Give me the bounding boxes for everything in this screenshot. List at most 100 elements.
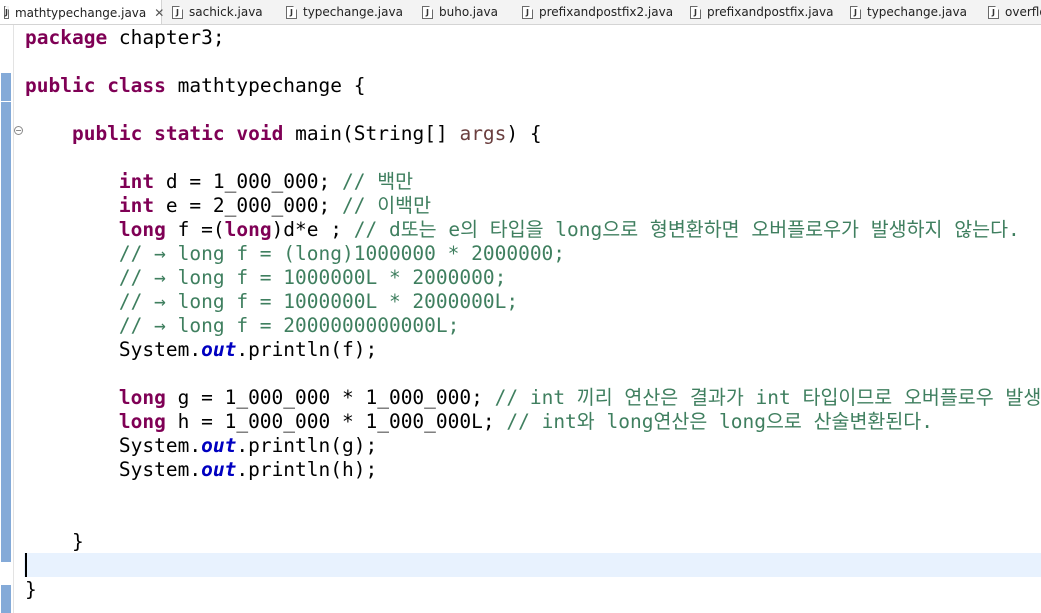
code-line[interactable]: long f =(long)d*e ; // d또는 e의 타입을 long으로…	[25, 218, 1041, 242]
code-line[interactable]: // → long f = 1000000L * 2000000;	[25, 266, 1041, 290]
code-token: out	[201, 458, 237, 481]
code-token: f =(	[165, 218, 225, 241]
code-token: System.	[25, 434, 202, 457]
code-line[interactable]: }	[25, 530, 1041, 554]
code-token: out	[201, 338, 237, 361]
code-token: System.	[25, 458, 202, 481]
code-token: e = 2_000_000;	[154, 194, 342, 217]
code-keyword: long	[224, 218, 272, 241]
code-line[interactable]: ​	[25, 482, 1041, 506]
code-token: .println(h);	[236, 458, 378, 481]
code-keyword: class	[107, 74, 166, 97]
code-comment: // → long f = 1000000L * 2000000L;	[118, 290, 519, 313]
code-line[interactable]: int e = 2_000_000; // 이백만	[25, 194, 1041, 218]
code-editor[interactable]: package chapter3;​public class mathtypec…	[25, 26, 1041, 602]
code-keyword: long	[118, 218, 166, 241]
tab-prefixandpostfix[interactable]: J prefixandpostfix.java	[686, 0, 833, 24]
code-token: main(String[]	[283, 122, 460, 145]
java-file-icon: J	[286, 5, 297, 19]
code-line[interactable]: public class mathtypechange {	[25, 74, 1041, 98]
code-line[interactable]: System.out.println(f);	[25, 338, 1041, 362]
change-marker	[1, 73, 11, 101]
code-token: h = 1_000_000 * 1_000_000L;	[165, 410, 507, 433]
tab-typechange[interactable]: J typechange.java	[282, 0, 403, 24]
java-file-icon: J	[690, 5, 701, 19]
code-comment: // → long f = 1000000L * 2000000;	[118, 266, 507, 289]
fold-toggle-icon[interactable]: −	[14, 126, 23, 135]
code-token: .println(f);	[236, 338, 378, 361]
code-line[interactable]: ​	[25, 98, 1041, 122]
tab-overflow[interactable]: J overflow	[984, 0, 1041, 24]
code-token: g = 1_000_000 * 1_000_000;	[165, 386, 495, 409]
code-comment: // 백만	[342, 170, 414, 193]
close-icon[interactable]: ✕	[154, 6, 164, 20]
tab-label: typechange.java	[867, 5, 967, 19]
code-line[interactable]: ​	[25, 146, 1041, 170]
code-token: args	[459, 122, 507, 145]
code-keyword: void	[236, 122, 284, 145]
code-line[interactable]: ​	[25, 50, 1041, 74]
code-line[interactable]: long g = 1_000_000 * 1_000_000; // int 끼…	[25, 386, 1041, 410]
tab-mathtypechange[interactable]: J mathtypechange.java ✕	[0, 0, 164, 24]
code-line[interactable]: long h = 1_000_000 * 1_000_000L; // int와…	[25, 410, 1041, 434]
tab-buho[interactable]: J buho.java	[418, 0, 498, 24]
editor-gutter	[0, 25, 13, 613]
code-keyword: static	[154, 122, 225, 145]
tab-label: sachick.java	[189, 5, 263, 19]
code-keyword: package	[25, 26, 108, 49]
tab-label: prefixandpostfix2.java	[539, 5, 674, 19]
code-token: .println(g);	[236, 434, 378, 457]
tab-label: overflow	[1005, 5, 1041, 19]
java-file-icon: J	[4, 6, 9, 19]
code-line[interactable]: }	[25, 578, 1041, 602]
code-line[interactable]: package chapter3;	[25, 26, 1041, 50]
tab-prefixandpostfix2[interactable]: J prefixandpostfix2.java	[518, 0, 673, 24]
tab-sachick[interactable]: J sachick.java	[168, 0, 263, 24]
java-file-icon: J	[422, 5, 433, 19]
code-line[interactable]: ​	[25, 506, 1041, 530]
code-comment: // → long f = (long)1000000 * 2000000;	[118, 242, 566, 265]
code-line[interactable]: System.out.println(g);	[25, 434, 1041, 458]
code-token: }	[25, 578, 37, 601]
code-line[interactable]: // → long f = (long)1000000 * 2000000;	[25, 242, 1041, 266]
code-token: out	[201, 434, 237, 457]
code-line[interactable]: public static void main(String[] args) {	[25, 122, 1041, 146]
code-line[interactable]: ​	[25, 362, 1041, 386]
tab-label: mathtypechange.java	[14, 5, 147, 20]
code-token: d = 1_000_000;	[154, 170, 342, 193]
java-file-icon: J	[172, 5, 183, 19]
code-comment: // int와 long연산은 long으로 산술변환된다.	[506, 410, 933, 433]
code-keyword: long	[118, 386, 166, 409]
code-line[interactable]: ​	[25, 554, 1041, 578]
code-token: chapter3;	[107, 26, 225, 49]
code-line[interactable]: int d = 1_000_000; // 백만	[25, 170, 1041, 194]
tab-typechange-2[interactable]: J typechange.java	[846, 0, 967, 24]
code-keyword: long	[118, 410, 166, 433]
code-comment: // int 끼리 연산은 결과가 int 타입이므로 오버플로우 발생!	[494, 386, 1041, 409]
java-file-icon: J	[850, 5, 861, 19]
change-marker	[1, 585, 11, 613]
change-marker	[1, 102, 11, 562]
code-line[interactable]: // → long f = 2000000000000L;	[25, 314, 1041, 338]
code-line[interactable]: System.out.println(h);	[25, 458, 1041, 482]
editor-tab-bar: J mathtypechange.java ✕ J sachick.java J…	[0, 0, 1041, 25]
code-comment: // → long f = 2000000000000L;	[118, 314, 460, 337]
code-token: mathtypechange {	[165, 74, 366, 97]
code-keyword: public	[25, 74, 96, 97]
gutter-divider	[13, 25, 14, 613]
java-file-icon: J	[988, 5, 999, 19]
code-token: ) {	[506, 122, 542, 145]
code-line[interactable]: // → long f = 1000000L * 2000000L;	[25, 290, 1041, 314]
code-comment: // 이백만	[342, 194, 432, 217]
